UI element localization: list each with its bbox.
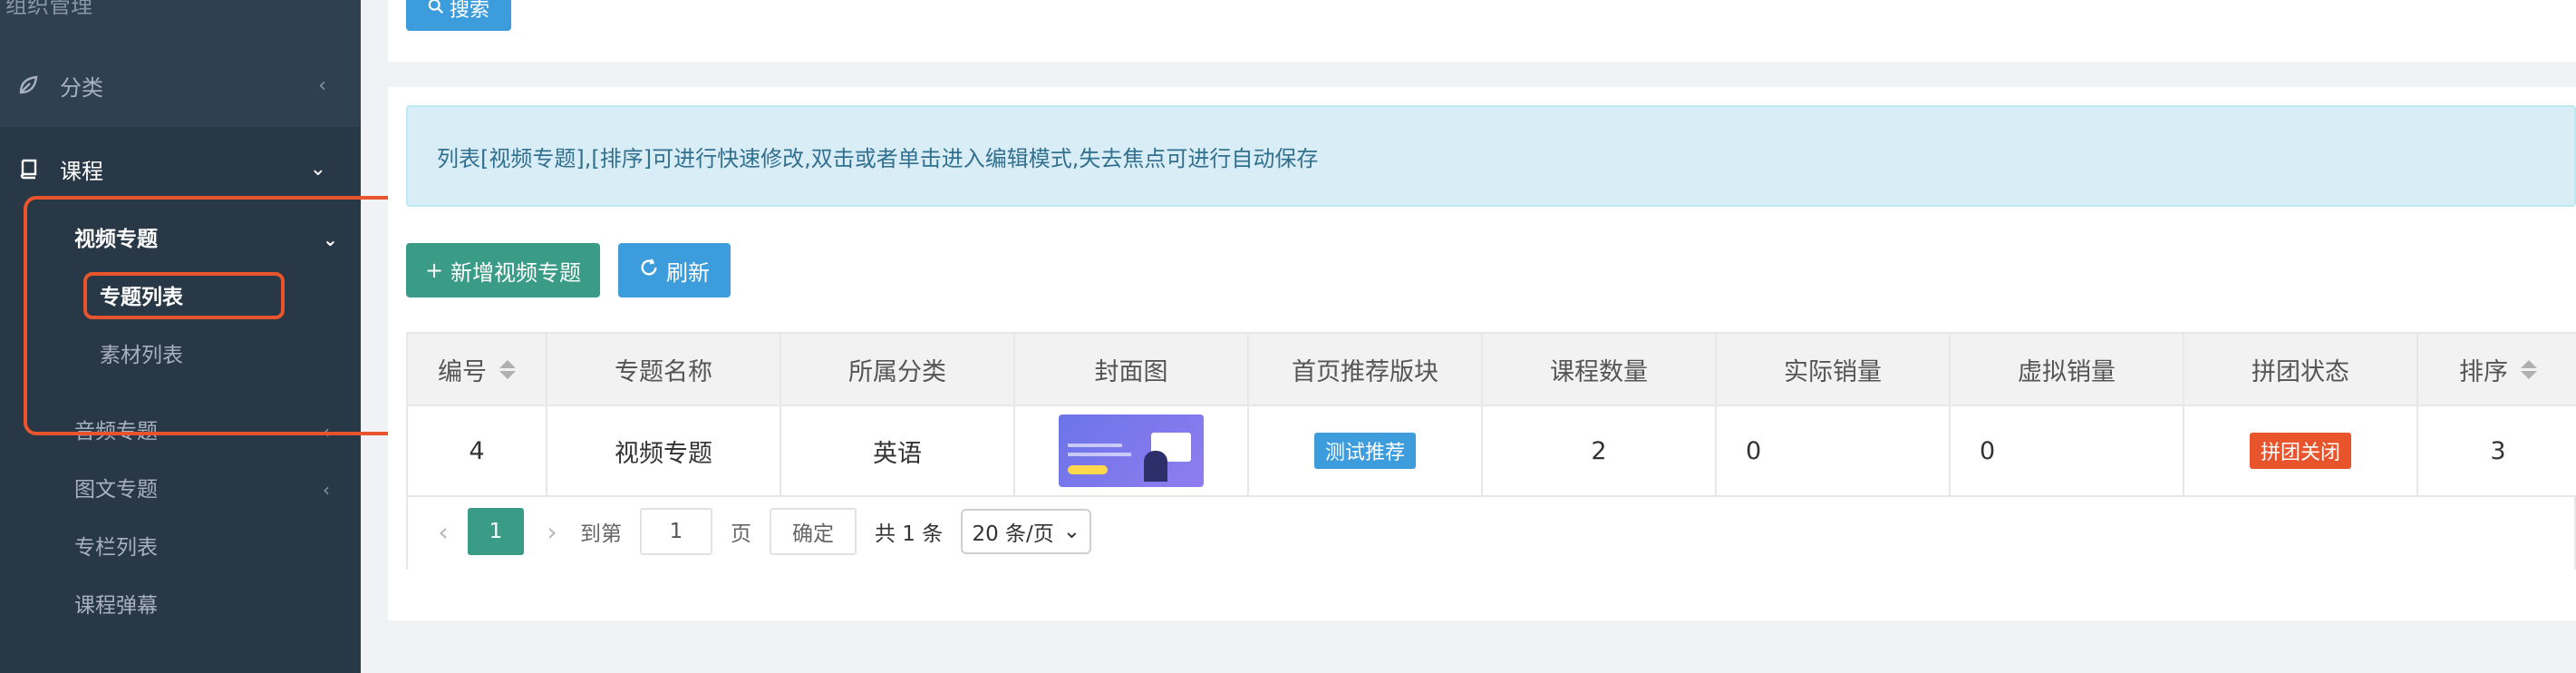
cell-category: 英语: [781, 406, 1015, 495]
search-button-label: 搜索: [449, 0, 489, 22]
search-button[interactable]: 搜索: [406, 0, 511, 31]
col-header-group-status: 拼团状态: [2184, 334, 2418, 405]
cover-line-decoration: [1068, 444, 1122, 447]
group-status-badge: 拼团关闭: [2249, 433, 2351, 469]
page-label: 页: [731, 522, 751, 546]
cell-group-status: 拼团关闭: [2184, 406, 2418, 495]
sidebar-group-label: 分类: [60, 74, 103, 101]
cover-line-decoration: [1068, 453, 1131, 456]
col-header-cover: 封面图: [1015, 334, 1249, 405]
per-page-select[interactable]: 20 条/页 ⌄: [961, 509, 1092, 554]
sidebar-item-article-topic[interactable]: 图文专题 ‹: [74, 468, 330, 512]
chevron-left-icon: ‹: [323, 479, 330, 501]
add-button-label: 新增视频专题: [450, 259, 582, 286]
refresh-button-label: 刷新: [666, 259, 710, 286]
col-header-label: 封面图: [1094, 357, 1168, 386]
sidebar-item-column-list[interactable]: 专栏列表: [74, 526, 158, 570]
pagination: ‹ 1 › 到第 1 页 确定 共 1 条 20 条/页 ⌄: [406, 495, 2576, 568]
sidebar-item-course-danmaku[interactable]: 课程弹幕: [74, 584, 158, 628]
sidebar-group-label: 课程: [60, 158, 103, 184]
refresh-button[interactable]: 刷新: [618, 243, 731, 297]
col-header-label: 课程数量: [1550, 357, 1648, 386]
per-page-value: 20 条/页: [972, 522, 1054, 546]
sidebar-top-fragment: 组织管理: [5, 0, 92, 18]
col-header-label: 编号: [438, 357, 487, 386]
goto-page-input[interactable]: 1: [640, 508, 712, 555]
cell-virtual-sales[interactable]: 0: [1951, 406, 2184, 495]
cell-id: 4: [408, 406, 547, 495]
cell-sort[interactable]: 3: [2418, 406, 2576, 495]
refresh-icon: [639, 258, 659, 283]
col-header-name: 专题名称: [547, 334, 781, 405]
sidebar-item-label: 专栏列表: [74, 536, 158, 560]
total-count: 共 1 条: [875, 522, 944, 546]
app-root: 组织管理 分类 ‹ 课程 ⌄ 视频专题 ⌄ 专题列表 素材列表 音频专题 ‹ 图…: [0, 0, 2576, 673]
sidebar-item-label: 图文专题: [74, 478, 158, 502]
cell-name[interactable]: 视频专题: [547, 406, 781, 495]
cover-badge-decoration: [1068, 465, 1108, 474]
info-alert: 列表[视频专题],[排序]可进行快速修改,双击或者单击进入编辑模式,失去焦点可进…: [406, 105, 2576, 207]
book-icon: [16, 157, 40, 180]
col-header-recommend: 首页推荐版块: [1249, 334, 1483, 405]
search-card: [388, 0, 2576, 62]
col-header-label: 拼团状态: [2252, 357, 2349, 386]
cell-actual-sales: 0: [1717, 406, 1951, 495]
col-header-label: 排序: [2459, 357, 2508, 386]
chevron-left-icon: ‹: [318, 73, 326, 97]
col-header-course-count: 课程数量: [1483, 334, 1717, 405]
sidebar-item-label: 课程弹幕: [74, 594, 158, 618]
col-header-label: 所属分类: [848, 357, 946, 386]
col-header-id[interactable]: 编号: [408, 334, 547, 405]
highlight-box-topic-list: [83, 272, 285, 319]
cell-cover: [1015, 406, 1249, 495]
cover-person-decoration: [1144, 451, 1167, 482]
search-icon: [428, 0, 444, 20]
table-row: 4 视频专题 英语 测试推荐 2 0 0 拼团关闭 3: [408, 406, 2576, 497]
leaf-icon: [16, 73, 40, 97]
chevron-down-icon: ⌄: [1062, 520, 1081, 543]
sort-icon[interactable]: [2521, 359, 2537, 379]
plus-icon: +: [424, 258, 444, 283]
col-header-label: 专题名称: [615, 357, 712, 386]
prev-page-icon[interactable]: ‹: [430, 517, 457, 547]
col-header-category: 所属分类: [781, 334, 1015, 405]
cover-image[interactable]: [1059, 415, 1204, 487]
sort-icon[interactable]: [499, 359, 516, 379]
table-header: 编号 专题名称 所属分类 封面图 首页推荐版块 课程数量 实际销量 虚拟销量 拼…: [408, 334, 2576, 406]
recommend-badge: 测试推荐: [1313, 433, 1416, 469]
info-alert-text: 列表[视频专题],[排序]可进行快速修改,双击或者单击进入编辑模式,失去焦点可进…: [437, 145, 1319, 171]
chevron-down-icon: ⌄: [309, 157, 326, 180]
cell-recommend: 测试推荐: [1249, 406, 1483, 495]
add-video-topic-button[interactable]: + 新增视频专题: [406, 243, 600, 297]
page-number-current[interactable]: 1: [468, 508, 524, 555]
goto-label: 到第: [580, 522, 622, 546]
cell-course-count: 2: [1483, 406, 1717, 495]
sidebar-group-category[interactable]: 分类 ‹: [0, 44, 361, 127]
col-header-label: 首页推荐版块: [1292, 357, 1438, 386]
col-header-actual-sales: 实际销量: [1717, 334, 1951, 405]
col-header-label: 实际销量: [1784, 357, 1882, 386]
col-header-sort[interactable]: 排序: [2418, 334, 2576, 405]
col-header-label: 虚拟销量: [2018, 357, 2116, 386]
col-header-virtual-sales: 虚拟销量: [1951, 334, 2184, 405]
next-page-icon[interactable]: ›: [538, 517, 566, 547]
goto-confirm-button[interactable]: 确定: [770, 508, 857, 555]
